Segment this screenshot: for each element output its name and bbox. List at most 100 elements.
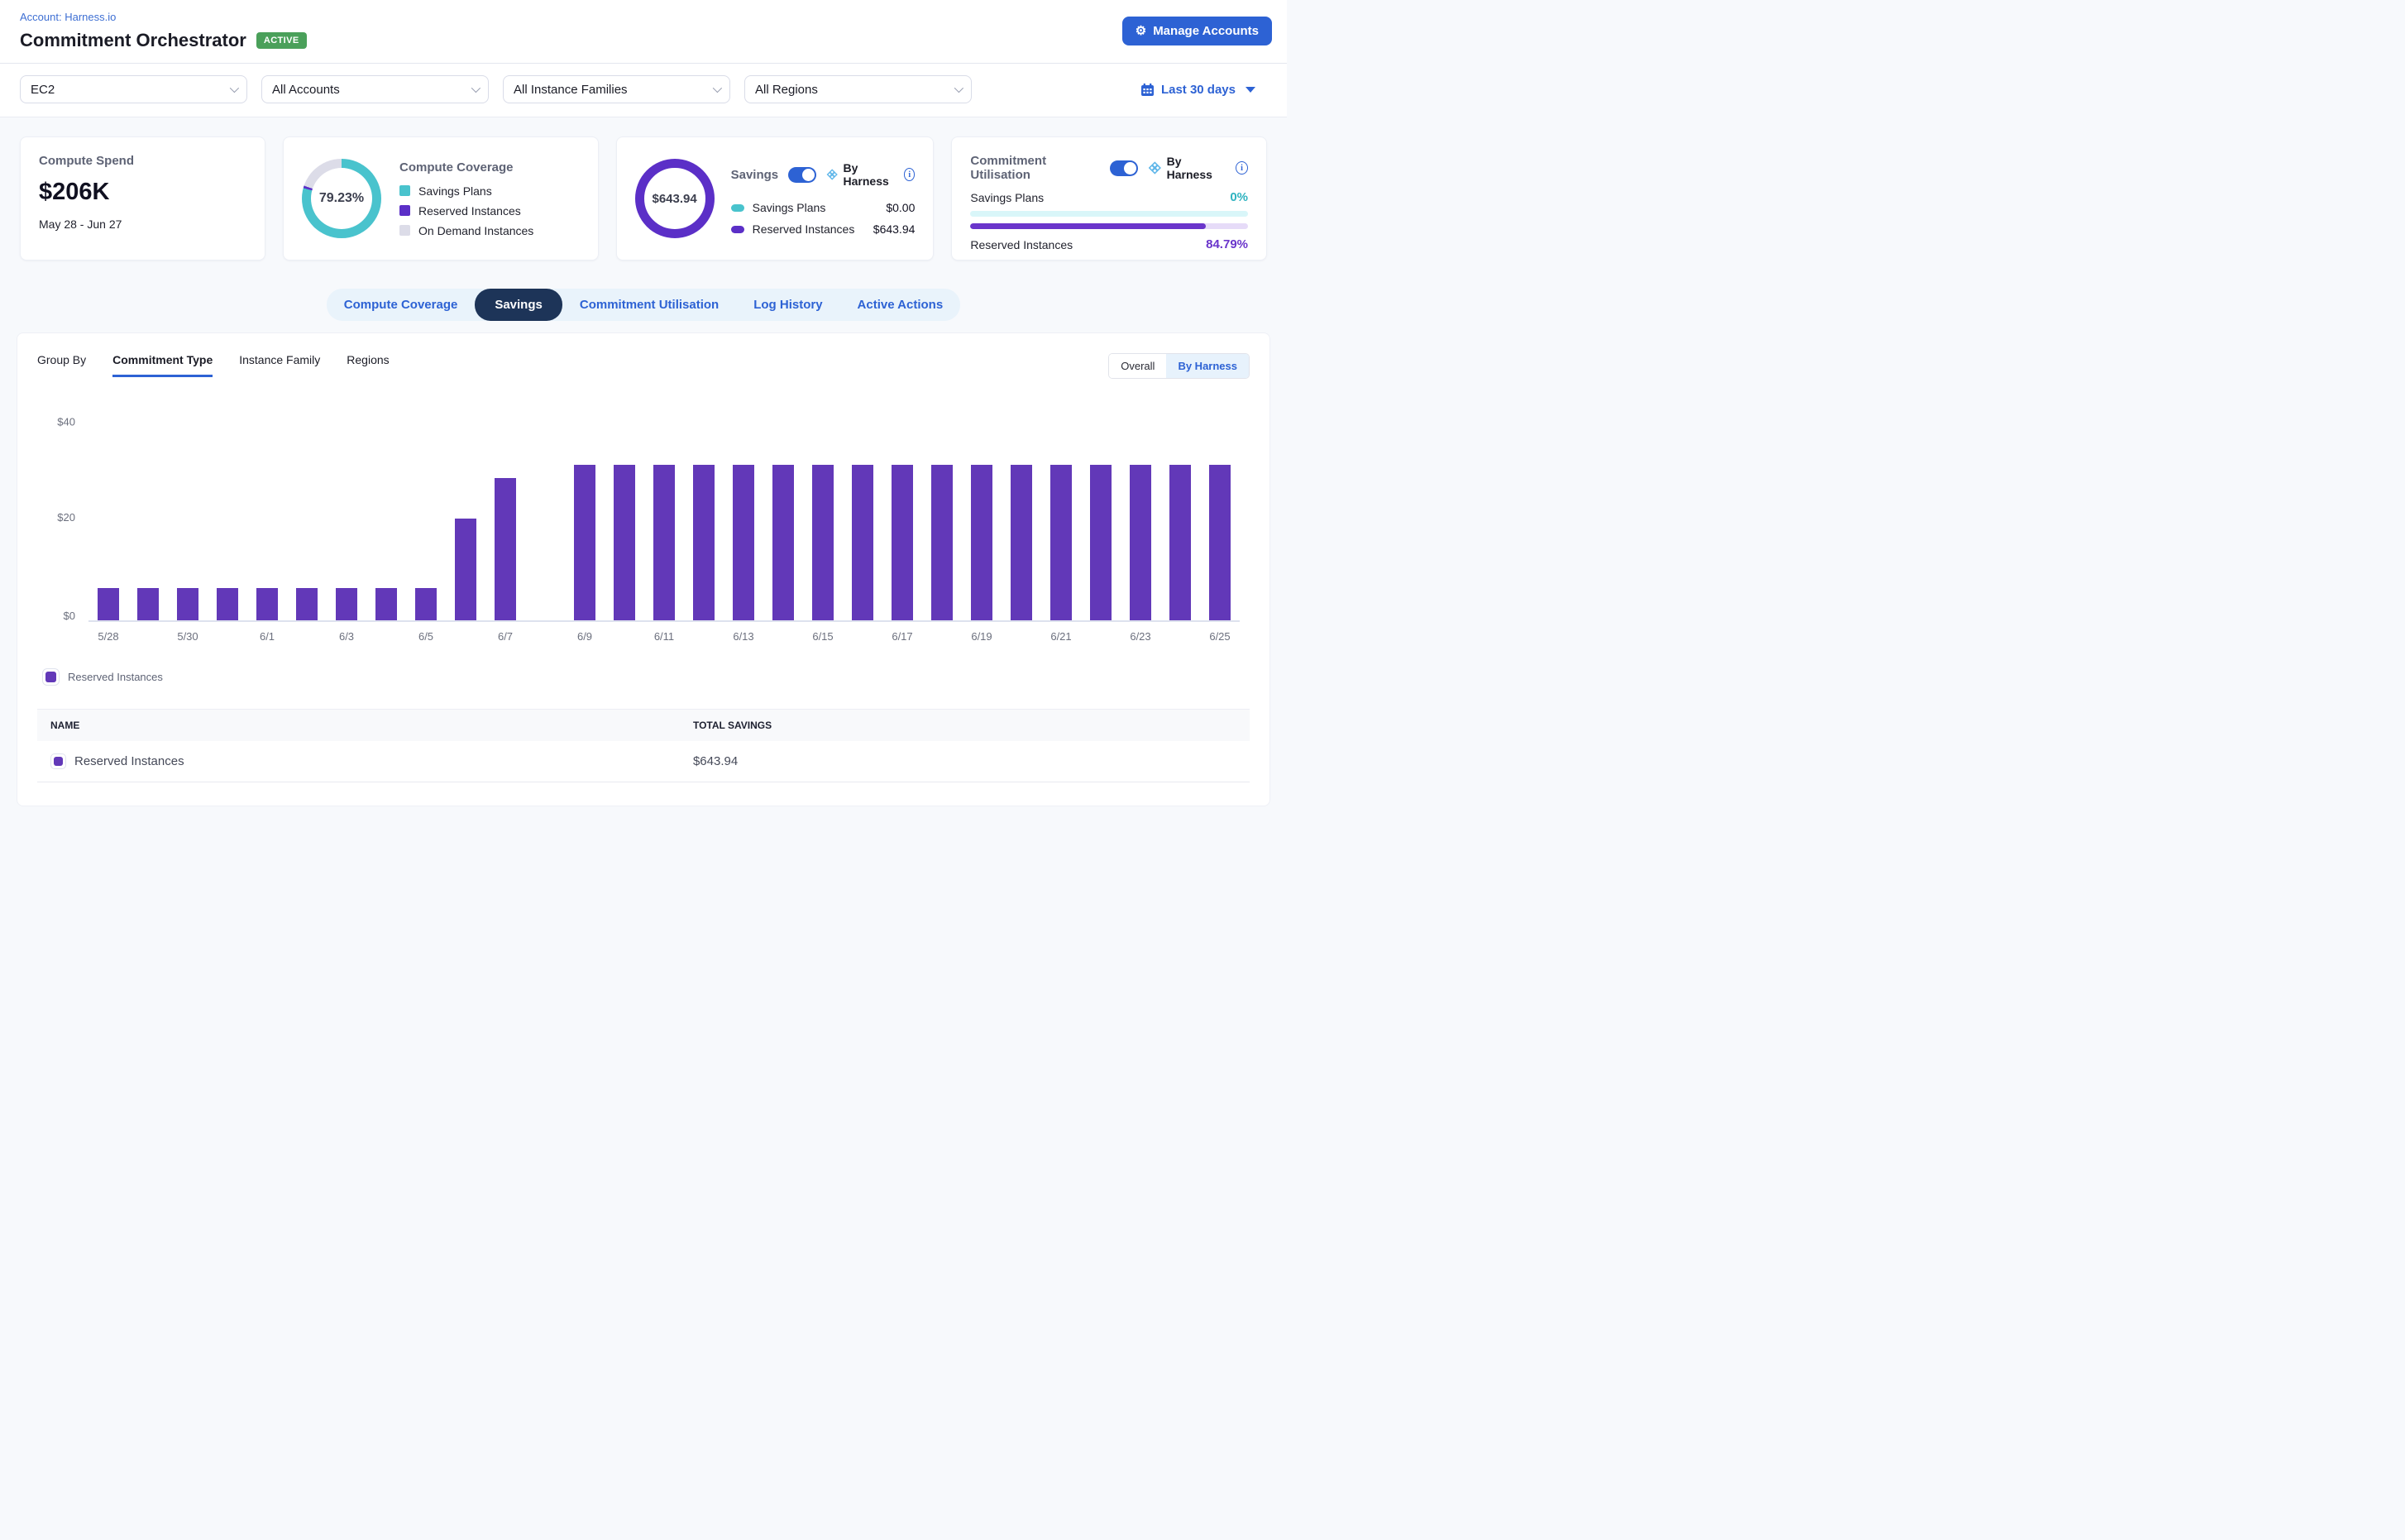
- savings-plans-utilisation-pct: 0%: [1230, 190, 1248, 204]
- tab-compute-coverage[interactable]: Compute Coverage: [327, 289, 476, 321]
- chevron-down-icon: [230, 84, 239, 93]
- table-row[interactable]: Reserved Instances $643.94: [37, 741, 1250, 782]
- harness-logo-icon: [1148, 160, 1162, 175]
- overall-button[interactable]: Overall: [1109, 354, 1166, 378]
- by-harness-button[interactable]: By Harness: [1166, 354, 1249, 378]
- bar-slot: [366, 588, 406, 620]
- x-tick-label: 6/21: [1050, 630, 1071, 643]
- card-title: Commitment Utilisation: [970, 154, 1100, 182]
- group-by-control: Group By Commitment Type Instance Family…: [37, 353, 390, 377]
- bar-6/5: [415, 588, 437, 620]
- bar-6/1: [256, 588, 278, 620]
- group-by-instance-family[interactable]: Instance Family: [239, 353, 320, 375]
- compute-coverage-card: 79.23% Compute Coverage Savings Plans Re…: [283, 136, 599, 261]
- by-harness-toggle[interactable]: [1110, 160, 1138, 176]
- bar-6/21: [1050, 465, 1072, 620]
- bar-5/31: [217, 588, 238, 620]
- bar-5/28: [98, 588, 119, 620]
- savings-panel: Group By Commitment Type Instance Family…: [17, 332, 1270, 806]
- x-tick-label: 6/5: [418, 630, 433, 643]
- bar-6/15: [812, 465, 834, 620]
- calendar-icon: [1140, 83, 1155, 97]
- bar-slot: 6/13: [724, 465, 763, 620]
- bar-6/9: [574, 465, 595, 620]
- coverage-donut-chart: 79.23%: [302, 159, 381, 238]
- x-tick-label: 6/11: [654, 630, 674, 643]
- savings-total: $643.94: [652, 192, 696, 206]
- filter-bar: EC2 All Accounts All Instance Families A…: [0, 64, 1287, 117]
- x-tick-label: 6/17: [892, 630, 912, 643]
- reserved-instances-utilisation-bar: [970, 223, 1248, 229]
- status-badge: ACTIVE: [256, 32, 307, 49]
- bar-slot: [287, 588, 327, 620]
- info-icon[interactable]: i: [904, 168, 915, 181]
- tab-log-history[interactable]: Log History: [736, 289, 839, 321]
- group-by-commitment-type[interactable]: Commitment Type: [112, 353, 213, 377]
- bar-6/22: [1090, 465, 1112, 620]
- x-tick-label: 6/19: [971, 630, 992, 643]
- bar-6/2: [296, 588, 318, 620]
- bar-slot: 5/28: [88, 588, 128, 620]
- harness-logo-icon: [826, 167, 838, 182]
- bar-5/29: [137, 588, 159, 620]
- legend-item: Savings Plans: [399, 184, 580, 198]
- regions-dropdown[interactable]: All Regions: [744, 75, 972, 103]
- y-tick-label: $20: [57, 511, 75, 524]
- savings-plans-swatch: [399, 185, 410, 196]
- y-tick-label: $0: [64, 610, 75, 622]
- group-by-label: Group By: [37, 353, 86, 366]
- x-tick-label: 6/9: [577, 630, 592, 643]
- bar-slot: 5/30: [168, 588, 208, 620]
- info-icon[interactable]: i: [1236, 161, 1248, 175]
- by-harness-toggle[interactable]: [788, 167, 816, 183]
- bar-slot: 6/23: [1121, 465, 1160, 620]
- accounts-dropdown[interactable]: All Accounts: [261, 75, 489, 103]
- tab-active-actions[interactable]: Active Actions: [840, 289, 961, 321]
- legend-item: Reserved Instances: [399, 204, 580, 218]
- bar-6/20: [1011, 465, 1032, 620]
- savings-card: $643.94 Savings By Harness: [616, 136, 935, 261]
- chart-legend: Reserved Instances: [37, 668, 1250, 686]
- gear-icon: ⚙: [1136, 25, 1146, 37]
- bar-6/23: [1130, 465, 1151, 620]
- x-tick-label: 5/30: [177, 630, 198, 643]
- bar-slot: [1002, 465, 1041, 620]
- x-tick-label: 6/13: [733, 630, 753, 643]
- reserved-instances-legend-checkbox[interactable]: [42, 668, 60, 686]
- bar-slot: [1160, 465, 1200, 620]
- bar-6/19: [971, 465, 992, 620]
- legend-label: Reserved Instances: [68, 671, 163, 683]
- group-by-regions[interactable]: Regions: [347, 353, 389, 375]
- service-dropdown[interactable]: EC2: [20, 75, 247, 103]
- tab-savings[interactable]: Savings: [475, 289, 562, 321]
- instance-families-dropdown[interactable]: All Instance Families: [503, 75, 730, 103]
- y-tick-label: $40: [57, 416, 75, 428]
- compute-spend-value: $206K: [39, 179, 246, 206]
- reserved-instances-swatch: [399, 205, 410, 216]
- date-range-picker[interactable]: Last 30 days: [1140, 83, 1267, 97]
- bar-6/4: [375, 588, 397, 620]
- coverage-percentage: 79.23%: [302, 159, 381, 238]
- column-header-name: NAME: [37, 710, 680, 742]
- header: Account: Harness.io Commitment Orchestra…: [0, 0, 1287, 64]
- bar-6/7: [495, 478, 516, 620]
- tab-commitment-utilisation[interactable]: Commitment Utilisation: [562, 289, 736, 321]
- bar-slot: 6/3: [327, 588, 366, 620]
- savings-row: Reserved Instances $643.94: [731, 222, 916, 236]
- card-title: Compute Spend: [39, 154, 246, 168]
- card-title: Savings: [731, 168, 779, 182]
- bar-slot: [684, 465, 724, 620]
- account-link[interactable]: Account: Harness.io: [20, 11, 116, 23]
- manage-accounts-button[interactable]: ⚙ Manage Accounts: [1122, 17, 1272, 45]
- x-tick-label: 6/1: [260, 630, 275, 643]
- bar-6/3: [336, 588, 357, 620]
- bar-slot: 6/25: [1200, 465, 1240, 620]
- x-tick-label: 6/15: [812, 630, 833, 643]
- bar-6/6: [455, 519, 476, 620]
- bar-slot: [208, 588, 247, 620]
- bar-6/12: [693, 465, 715, 620]
- bar-5/30: [177, 588, 198, 620]
- bar-6/18: [931, 465, 953, 620]
- caret-down-icon: [1246, 87, 1255, 93]
- commitment-utilisation-card: Commitment Utilisation By Harness i Savi…: [951, 136, 1267, 261]
